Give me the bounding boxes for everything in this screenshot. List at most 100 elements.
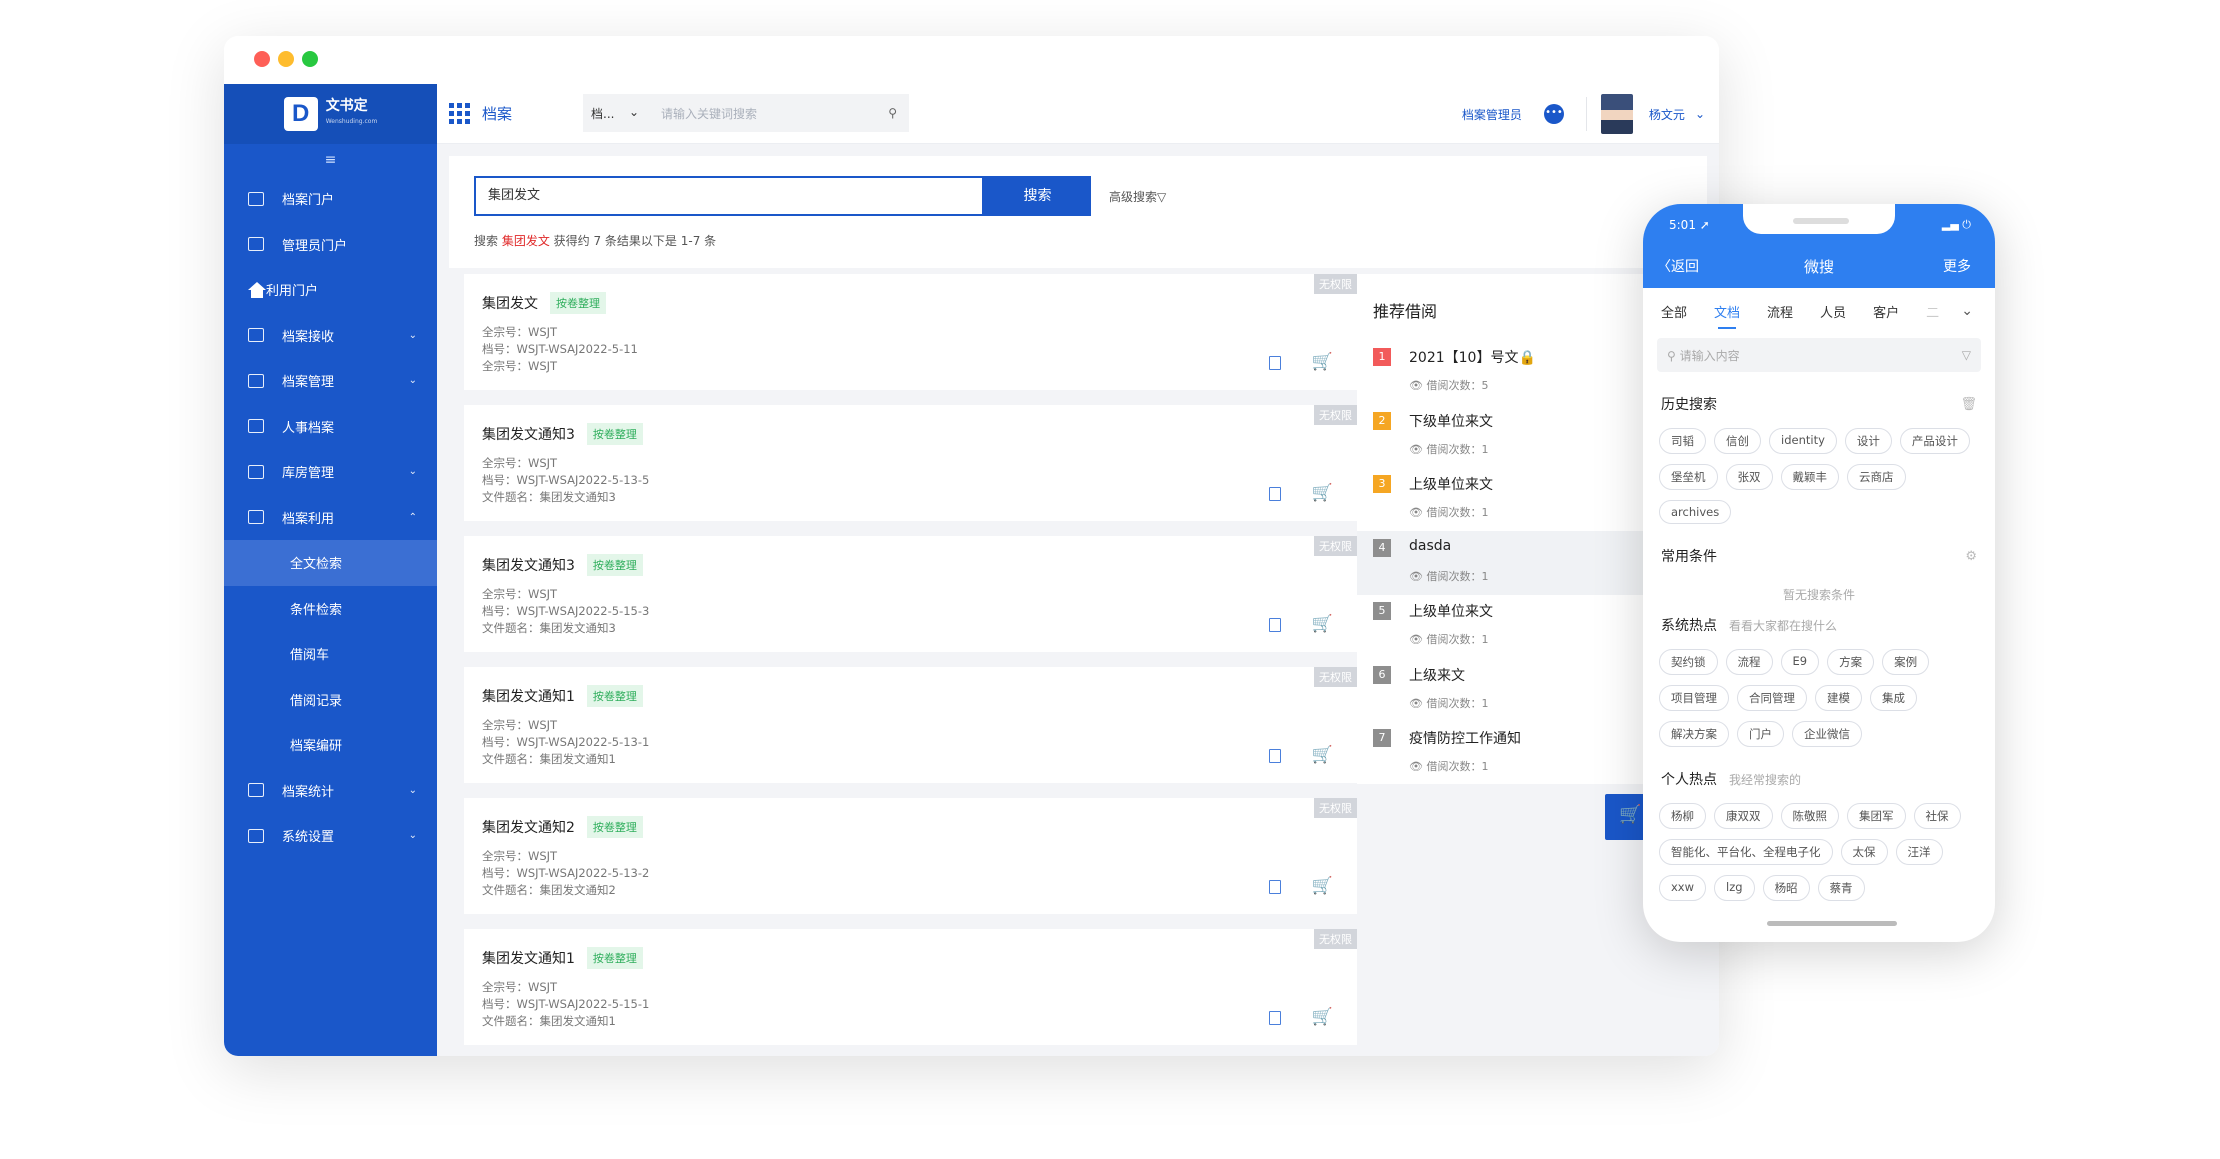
result-title[interactable]: 集团发文通知1 (482, 686, 575, 706)
search-chip[interactable]: 戴颖丰 (1780, 464, 1839, 490)
search-chip[interactable]: 合同管理 (1737, 685, 1807, 711)
sidebar-item[interactable]: 档案管理 ⌄ (224, 358, 437, 404)
search-chip[interactable]: 集团军 (1847, 803, 1906, 829)
search-chip[interactable]: 流程 (1725, 649, 1773, 675)
search-chip[interactable]: 智能化、平台化、全程电子化 (1659, 839, 1833, 865)
result-title[interactable]: 集团发文通知2 (482, 817, 575, 837)
trash-icon[interactable]: 🗑 (1960, 397, 1977, 412)
add-to-cart-icon[interactable]: 🛒 (1312, 876, 1333, 896)
sidebar-item[interactable]: 档案统计 ⌄ (224, 768, 437, 814)
search-chip[interactable]: 集成 (1870, 685, 1917, 711)
minimize-window-button[interactable] (278, 51, 294, 67)
document-icon[interactable] (1269, 356, 1281, 370)
sidebar-item[interactable]: 利用门户 (224, 267, 437, 313)
search-chip[interactable]: 堡垒机 (1659, 464, 1718, 490)
fulltext-search-input[interactable]: 集团发文 (474, 176, 984, 216)
phone-tab[interactable]: 客户 (1873, 302, 1899, 321)
more-button[interactable]: 更多 (1943, 256, 1971, 276)
add-to-cart-icon[interactable]: 🛒 (1312, 483, 1333, 503)
document-icon[interactable] (1269, 618, 1281, 632)
sidebar-item[interactable]: 档案利用 ⌃ (224, 495, 437, 541)
sidebar-item[interactable]: 库房管理 ⌄ (224, 449, 437, 495)
search-chip[interactable]: 蔡青 (1817, 875, 1865, 901)
search-chip[interactable]: 企业微信 (1792, 721, 1862, 747)
apps-grid-icon[interactable] (449, 103, 470, 124)
sidebar-item[interactable]: 人事档案 (224, 404, 437, 450)
search-chip[interactable]: 契约锁 (1659, 649, 1718, 675)
search-chip[interactable]: 项目管理 (1659, 685, 1729, 711)
document-icon[interactable] (1269, 749, 1281, 763)
search-chip[interactable]: E9 (1780, 649, 1820, 675)
search-chip[interactable]: 司韬 (1659, 428, 1706, 454)
logo[interactable]: D 文书定 Wenshuding.com (224, 84, 437, 144)
search-chip[interactable]: 太保 (1840, 839, 1888, 865)
search-chip[interactable]: 方案 (1827, 649, 1875, 675)
add-to-cart-icon[interactable]: 🛒 (1312, 614, 1333, 634)
phone-tab[interactable]: 流程 (1767, 302, 1793, 321)
search-chip[interactable]: 杨柳 (1659, 803, 1706, 829)
chevron-down-icon[interactable]: ⌄ (1695, 107, 1705, 121)
chevron-down-icon[interactable]: ⌄ (1961, 303, 1973, 319)
user-name[interactable]: 杨文元 (1649, 106, 1685, 123)
phone-tab[interactable]: 文档 (1714, 302, 1740, 329)
search-chip[interactable]: 建模 (1815, 685, 1862, 711)
result-card[interactable]: 无权限 集团发文 按卷整理 全宗号：WSJT 档号：WSJT-WSAJ2022-5-11… (464, 274, 1357, 390)
search-chip[interactable]: 汪洋 (1895, 839, 1943, 865)
add-to-cart-icon[interactable]: 🛒 (1312, 1007, 1333, 1027)
sidebar-item[interactable]: 全文检索 (224, 540, 437, 586)
search-chip[interactable]: 门户 (1737, 721, 1784, 747)
search-chip[interactable]: 张双 (1725, 464, 1773, 490)
phone-tab[interactable]: 人员 (1820, 302, 1846, 321)
search-chip[interactable]: 云商店 (1847, 464, 1906, 490)
result-card[interactable]: 无权限 集团发文通知1 按卷整理 全宗号：WSJT 档号：WSJT-WSAJ2022-5… (464, 929, 1357, 1045)
global-search-input[interactable]: 请输入关键词搜索 (649, 105, 888, 122)
collapse-menu-icon[interactable]: ≡ (224, 144, 437, 176)
search-chip[interactable]: archives (1659, 500, 1732, 524)
advanced-search-link[interactable]: 高级搜索▽ (1109, 188, 1166, 205)
role-link[interactable]: 档案管理员 (1462, 106, 1522, 123)
sidebar-item[interactable]: 借阅记录 (224, 677, 437, 723)
search-chip[interactable]: 设计 (1844, 428, 1892, 454)
phone-search-input[interactable]: ⚲ 请输入内容 ▽ (1657, 338, 1981, 372)
result-title[interactable]: 集团发文通知3 (482, 424, 575, 444)
search-chip[interactable]: identity (1769, 428, 1837, 454)
search-icon[interactable]: ⚲ (888, 106, 897, 120)
filter-icon[interactable]: ▽ (1962, 348, 1971, 362)
sidebar-item[interactable]: 系统设置 ⌄ (224, 813, 437, 859)
document-icon[interactable] (1269, 880, 1281, 894)
search-chip[interactable]: 产品设计 (1899, 428, 1970, 454)
search-chip[interactable]: 杨昭 (1762, 875, 1810, 901)
result-card[interactable]: 无权限 集团发文通知3 按卷整理 全宗号：WSJT 档号：WSJT-WSAJ2022-5… (464, 405, 1357, 521)
result-title[interactable]: 集团发文通知3 (482, 555, 575, 575)
sidebar-item[interactable]: 借阅车 (224, 631, 437, 677)
phone-tab[interactable]: 二 (1926, 302, 1939, 321)
search-chip[interactable]: 信创 (1714, 428, 1761, 454)
search-chip[interactable]: 社保 (1913, 803, 1961, 829)
more-icon[interactable]: ••• (1543, 104, 1564, 124)
maximize-window-button[interactable] (302, 51, 318, 67)
sidebar-item[interactable]: 管理员门户 (224, 222, 437, 268)
search-chip[interactable]: 案例 (1882, 649, 1930, 675)
search-scope-select[interactable]: 档... ⌄ (583, 105, 649, 122)
search-chip[interactable]: 解决方案 (1659, 721, 1729, 747)
result-card[interactable]: 无权限 集团发文通知1 按卷整理 全宗号：WSJT 档号：WSJT-WSAJ2022-5… (464, 667, 1357, 783)
close-window-button[interactable] (254, 51, 270, 67)
add-to-cart-icon[interactable]: 🛒 (1312, 745, 1333, 765)
sidebar-item[interactable]: 档案接收 ⌄ (224, 313, 437, 359)
document-icon[interactable] (1269, 487, 1281, 501)
result-card[interactable]: 无权限 集团发文通知2 按卷整理 全宗号：WSJT 档号：WSJT-WSAJ2022-5… (464, 798, 1357, 914)
phone-tab[interactable]: 全部 (1661, 302, 1687, 321)
search-chip[interactable]: 康双双 (1714, 803, 1773, 829)
search-chip[interactable]: lzg (1714, 875, 1755, 901)
search-chip[interactable]: 陈敬照 (1780, 803, 1839, 829)
sidebar-item[interactable]: 条件检索 (224, 586, 437, 632)
result-title[interactable]: 集团发文 (482, 293, 538, 313)
result-card[interactable]: 无权限 集团发文通知3 按卷整理 全宗号：WSJT 档号：WSJT-WSAJ2022-5… (464, 536, 1357, 652)
search-chip[interactable]: xxw (1659, 875, 1707, 901)
sidebar-item[interactable]: 档案编研 (224, 722, 437, 768)
avatar[interactable] (1600, 94, 1633, 134)
search-button[interactable]: 搜索 (984, 176, 1091, 216)
gear-icon[interactable]: ⚙ (1965, 549, 1977, 564)
result-title[interactable]: 集团发文通知1 (482, 948, 575, 968)
sidebar-item[interactable]: 档案门户 (224, 176, 437, 222)
